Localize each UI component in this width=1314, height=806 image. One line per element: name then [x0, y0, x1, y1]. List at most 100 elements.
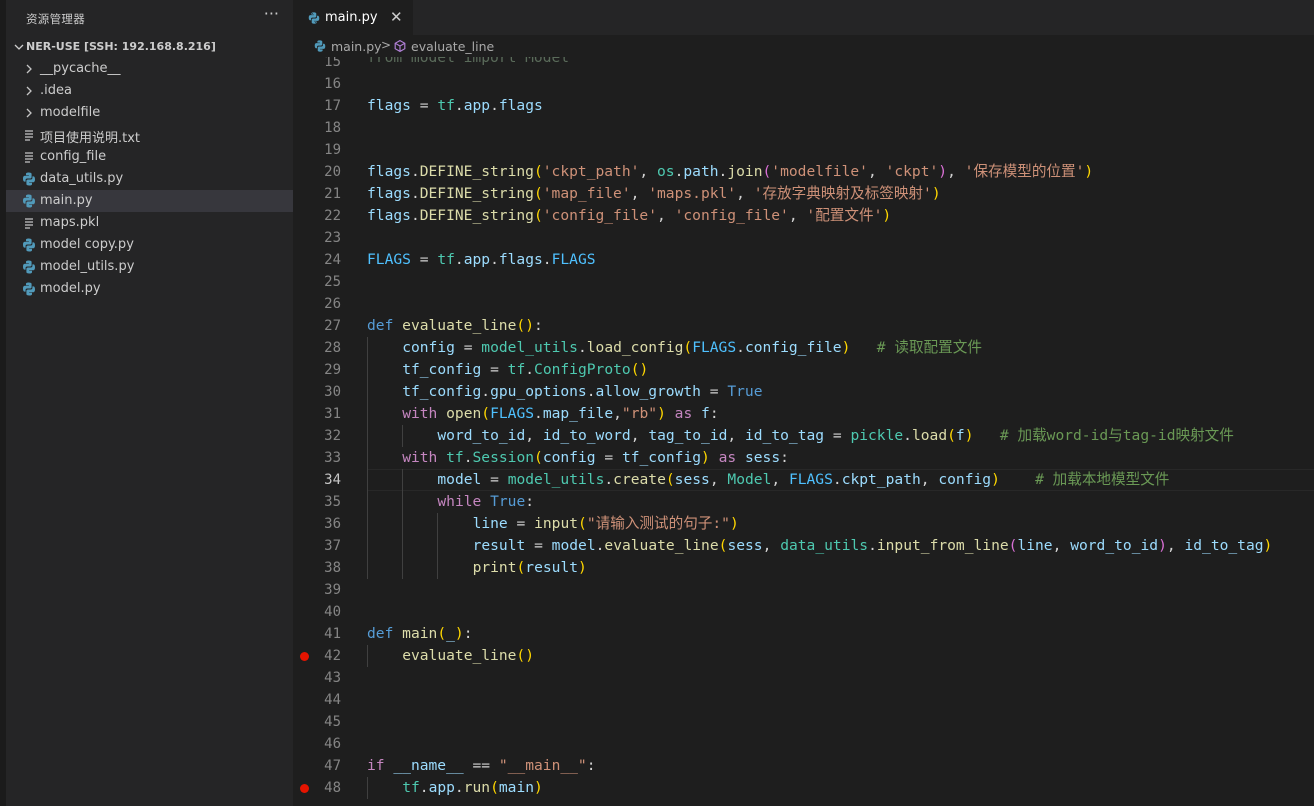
code-line[interactable]: 31 with open(FLAGS.map_file,"rb") as f: [293, 403, 1314, 425]
python-file-icon [21, 237, 37, 253]
code-text: flags.DEFINE_string('map_file', 'maps.pk… [367, 185, 941, 202]
code-text: tf_config = tf.ConfigProto() [402, 361, 649, 378]
code-text: line = input("请输入测试的句子:") [472, 515, 739, 532]
chevron-right-icon [21, 105, 37, 121]
code-text: with tf.Session(config = tf_config) as s… [402, 449, 789, 466]
code-lines: 15 16 17 flags = tf.app.flags 18 19 20 flags.DE… [293, 57, 1314, 799]
tree-item-label: model copy.py [40, 237, 134, 252]
code-line[interactable]: 39 [293, 579, 1314, 601]
tree-item-model-utils-py[interactable]: model_utils.py [6, 256, 293, 278]
vscode-window: 资源管理器 ··· NER-USE [SSH: 192.168.8.216] _… [0, 0, 1314, 806]
code-text: def main(_): [367, 625, 473, 642]
code-line[interactable]: 48 tf.app.run(main) [293, 777, 1314, 799]
tree-item-main-py[interactable]: main.py [6, 190, 293, 212]
line-number: 44 [324, 692, 341, 708]
code-line[interactable]: 40 [293, 601, 1314, 623]
python-file-icon [314, 40, 326, 52]
more-actions-button[interactable]: ··· [264, 4, 279, 23]
line-number: 35 [324, 494, 341, 510]
workspace-label: NER-USE [SSH: 192.168.8.216] [26, 40, 216, 53]
breadcrumb-separator: > [381, 38, 392, 52]
chevron-right-icon [21, 83, 37, 99]
tree-item-data-utils-py[interactable]: data_utils.py [6, 168, 293, 190]
line-number: 42 [324, 648, 341, 664]
code-line[interactable]: 17 flags = tf.app.flags [293, 95, 1314, 117]
code-line[interactable]: 47 if __name__ == "__main__": [293, 755, 1314, 777]
line-number: 21 [324, 186, 341, 202]
code-line[interactable]: 37 result = model.evaluate_line(sess, da… [293, 535, 1314, 557]
line-number: 47 [324, 758, 341, 774]
code-line[interactable]: 30 tf_config.gpu_options.allow_growth = … [293, 381, 1314, 403]
code-line[interactable]: 36 line = input("请输入测试的句子:") [293, 513, 1314, 535]
breadcrumb: main.py > evaluate_line [293, 35, 1314, 57]
code-line[interactable]: 27 def evaluate_line(): [293, 315, 1314, 337]
tree-item-label: data_utils.py [40, 171, 124, 186]
tree-item-maps-pkl[interactable]: maps.pkl [6, 212, 293, 234]
code-text: result = model.evaluate_line(sess, data_… [472, 537, 1273, 554]
code-line[interactable]: 42 evaluate_line() [293, 645, 1314, 667]
line-number: 18 [324, 120, 341, 136]
code-line[interactable]: 44 [293, 689, 1314, 711]
tree-item-label: model_utils.py [40, 259, 135, 274]
code-line[interactable]: 24 FLAGS = tf.app.flags.FLAGS [293, 249, 1314, 271]
code-text: word_to_id, id_to_word, tag_to_id, id_to… [437, 427, 1234, 444]
code-editor[interactable]: from model import Model 15 16 17 flags = tf… [293, 57, 1314, 806]
line-number: 28 [324, 340, 341, 356]
code-line[interactable]: 29 tf_config = tf.ConfigProto() [293, 359, 1314, 381]
line-number: 22 [324, 208, 341, 224]
python-file-icon [21, 281, 37, 297]
code-line[interactable]: 32 word_to_id, id_to_word, tag_to_id, id… [293, 425, 1314, 447]
line-number: 29 [324, 362, 341, 378]
close-icon[interactable]: ✕ [390, 8, 403, 26]
code-text: model = model_utils.create(sess, Model, … [437, 471, 1170, 488]
code-text: def evaluate_line(): [367, 317, 543, 334]
code-line[interactable]: 25 [293, 271, 1314, 293]
code-line[interactable]: 45 [293, 711, 1314, 733]
python-file-icon [21, 259, 37, 275]
line-number: 45 [324, 714, 341, 730]
code-text: with open(FLAGS.map_file,"rb") as f: [402, 405, 719, 422]
tree-item-idea[interactable]: .idea [6, 80, 293, 102]
code-text: config = model_utils.load_config(FLAGS.c… [402, 339, 982, 356]
code-line[interactable]: 18 [293, 117, 1314, 139]
tree-item-txt[interactable]: 项目使用说明.txt [6, 124, 293, 146]
line-number: 16 [324, 76, 341, 92]
code-line[interactable]: 43 [293, 667, 1314, 689]
chevron-down-icon [14, 44, 24, 50]
code-line[interactable]: 15 [293, 57, 1314, 73]
code-line[interactable]: 23 [293, 227, 1314, 249]
tab-main-py[interactable]: main.py ✕ [293, 0, 413, 35]
tree-item-label: main.py [40, 193, 93, 208]
code-text: while True: [437, 493, 535, 510]
chevron-right-icon [21, 61, 37, 77]
code-line[interactable]: 41 def main(_): [293, 623, 1314, 645]
line-number: 48 [324, 780, 341, 796]
breadcrumb-file[interactable]: main.py [331, 39, 382, 54]
code-text: print(result) [472, 559, 587, 576]
workspace-section-header[interactable]: NER-USE [SSH: 192.168.8.216] [6, 36, 293, 58]
text-file-icon [21, 127, 37, 143]
code-line[interactable]: 21 flags.DEFINE_string('map_file', 'maps.… [293, 183, 1314, 205]
tree-item-modelfile[interactable]: modelfile [6, 102, 293, 124]
line-number: 37 [324, 538, 341, 554]
text-file-icon [21, 149, 37, 165]
code-line[interactable]: 28 config = model_utils.load_config(FLAG… [293, 337, 1314, 359]
code-line[interactable]: 16 [293, 73, 1314, 95]
line-number: 31 [324, 406, 341, 422]
code-line[interactable]: 35 while True: [293, 491, 1314, 513]
code-line[interactable]: 20 flags.DEFINE_string('ckpt_path', os.pa… [293, 161, 1314, 183]
code-line[interactable]: 26 [293, 293, 1314, 315]
code-line[interactable]: 34 model = model_utils.create(sess, Mode… [293, 469, 1314, 491]
code-line[interactable]: 22 flags.DEFINE_string('config_file', 'co… [293, 205, 1314, 227]
code-line[interactable]: 33 with tf.Session(config = tf_config) a… [293, 447, 1314, 469]
breadcrumb-symbol[interactable]: evaluate_line [411, 39, 494, 54]
tree-item-model-copy-py[interactable]: model copy.py [6, 234, 293, 256]
tree-item-pycache[interactable]: __pycache__ [6, 58, 293, 80]
code-text: tf_config.gpu_options.allow_growth = Tru… [402, 383, 763, 400]
tree-item-model-py[interactable]: model.py [6, 278, 293, 300]
code-line[interactable]: 46 [293, 733, 1314, 755]
tree-item-label: .idea [40, 83, 72, 98]
code-line[interactable]: 38 print(result) [293, 557, 1314, 579]
code-line[interactable]: 19 [293, 139, 1314, 161]
tree-item-config-file[interactable]: config_file [6, 146, 293, 168]
